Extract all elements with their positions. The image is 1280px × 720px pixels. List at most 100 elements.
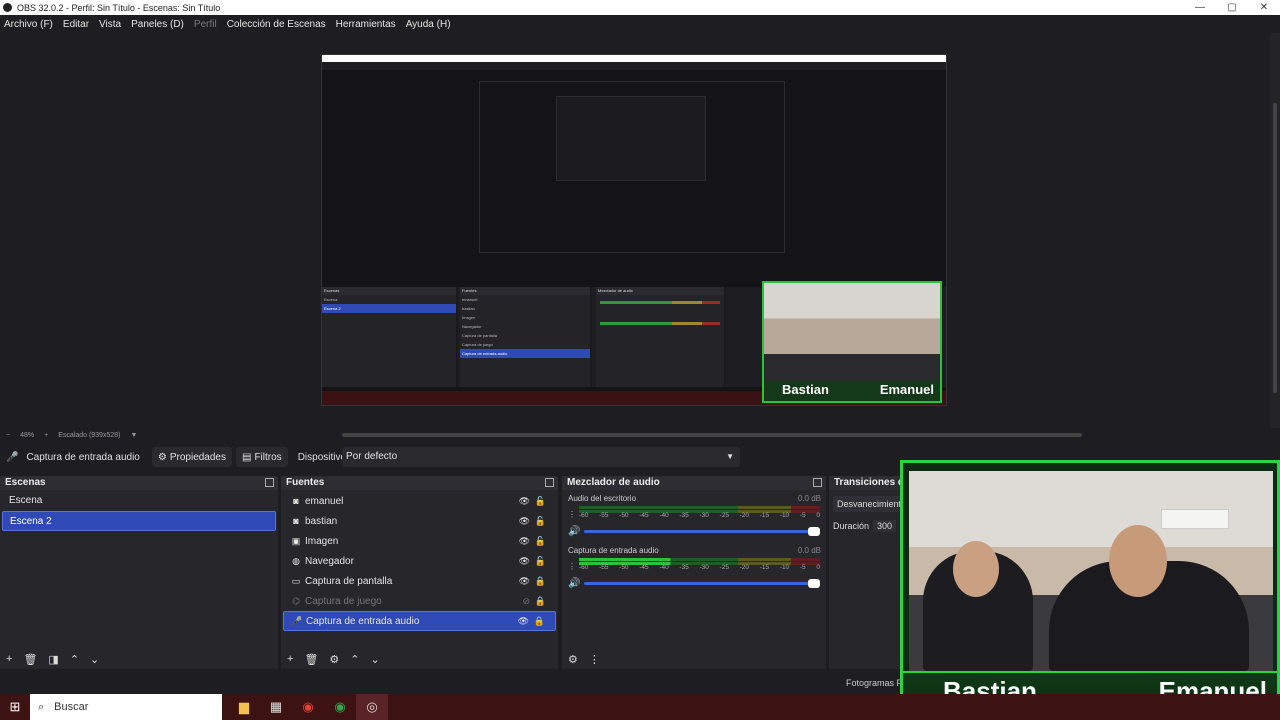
- person-left: [923, 541, 1033, 671]
- maximize-button[interactable]: ▢: [1216, 0, 1248, 15]
- lock-icon[interactable]: 🔒: [534, 616, 545, 627]
- unlock-icon[interactable]: 🔓: [535, 536, 546, 547]
- menu-help[interactable]: Ayuda (H): [406, 19, 451, 30]
- menu-tools[interactable]: Herramientas: [336, 19, 396, 30]
- source-row[interactable]: ◙ emanuel 👁 🔓: [283, 491, 556, 511]
- embedded-menu-bar: [322, 62, 946, 70]
- preview-canvas[interactable]: Escenas Escena Escena 2 Fuentes emanuel …: [321, 54, 947, 406]
- source-label: emanuel: [305, 495, 344, 507]
- menu-scene-collection[interactable]: Colección de Escenas: [227, 19, 326, 30]
- source-row[interactable]: ⌬ Captura de juego ⊘ 🔒: [283, 591, 556, 611]
- eye-icon[interactable]: 👁: [519, 576, 530, 587]
- zoom-in-icon[interactable]: +: [44, 432, 48, 439]
- menu-docks[interactable]: Paneles (D): [131, 19, 184, 30]
- trash-icon[interactable]: 🗑: [304, 653, 318, 666]
- preview-horizontal-scrollbar[interactable]: [342, 433, 1082, 437]
- eye-icon[interactable]: 👁: [519, 536, 530, 547]
- menu-edit[interactable]: Editar: [63, 19, 89, 30]
- volume-slider[interactable]: [584, 527, 820, 536]
- source-row[interactable]: ▭ Captura de pantalla 👁 🔒: [283, 571, 556, 591]
- mixer-settings-icon[interactable]: ⚙: [568, 653, 578, 666]
- scaling-label: Escalado (939x528): [58, 431, 121, 439]
- mixer-channel: Audio del escritorio 0.0 dB ⋮ -60 -55 -50-…: [562, 490, 826, 537]
- embedded-mixer-dock: Mezclador de audio: [596, 287, 726, 387]
- menu-view[interactable]: Vista: [99, 19, 121, 30]
- scaling-dropdown-icon[interactable]: ▼: [130, 432, 137, 439]
- menu-file[interactable]: Archivo (F): [4, 19, 53, 30]
- window-title: OBS 32.0.2 - Perfil: Sin Título - Escena…: [17, 2, 221, 13]
- volume-meter: -60 -55 -50 -45 -40 -35 -30 -25 -20 -15 -10 -5 0: [579, 506, 820, 522]
- channel-name: Captura de entrada audio: [568, 546, 659, 555]
- air-conditioner: [1161, 509, 1229, 529]
- transitions-dock: Transiciones de Desvanecimiento Duración…: [829, 476, 909, 669]
- unlock-icon[interactable]: 🔓: [535, 516, 546, 527]
- preview-vertical-scrollbar[interactable]: [1270, 33, 1280, 428]
- gear-icon[interactable]: ⚙: [329, 653, 339, 666]
- webcam-video: [909, 471, 1273, 671]
- duration-label: Duración: [833, 521, 870, 531]
- gear-icon: ⚙: [157, 451, 167, 463]
- zoom-out-icon[interactable]: −: [6, 432, 10, 439]
- folder-icon[interactable]: ▆: [228, 694, 260, 720]
- trash-icon[interactable]: 🗑: [23, 653, 37, 666]
- move-up-icon[interactable]: ⌃: [70, 653, 79, 666]
- transition-select[interactable]: Desvanecimiento: [833, 496, 905, 512]
- dock-popout-icon[interactable]: [265, 478, 274, 487]
- context-source-label: Captura de entrada audio: [26, 451, 140, 463]
- lock-icon[interactable]: 🔒: [535, 596, 546, 607]
- eye-icon[interactable]: 👁: [518, 616, 529, 627]
- volume-slider[interactable]: [584, 579, 820, 588]
- dock-popout-icon[interactable]: [813, 478, 822, 487]
- eye-hidden-icon[interactable]: ⊘: [522, 596, 530, 607]
- chrome-icon-2[interactable]: ◉: [324, 694, 356, 720]
- unlock-icon[interactable]: 🔓: [535, 496, 546, 507]
- source-row[interactable]: ◙ bastian 👁 🔓: [283, 511, 556, 531]
- scene-item-selected[interactable]: Escena 2: [2, 511, 276, 531]
- channel-db: 0.0 dB: [797, 546, 821, 555]
- globe-icon: ◍: [292, 555, 300, 566]
- move-down-icon[interactable]: ⌄: [90, 653, 99, 666]
- unlock-icon[interactable]: 🔓: [535, 556, 546, 567]
- properties-button[interactable]: ⚙ Propiedades: [151, 447, 232, 467]
- speaker-icon[interactable]: 🔊: [568, 526, 580, 537]
- move-down-icon[interactable]: ⌄: [371, 653, 380, 666]
- filter-icon: ▤: [242, 451, 252, 463]
- scenes-dock: Escenas Escena Escena 2 + 🗑 ◨ ⌃ ⌄: [0, 476, 278, 669]
- more-options-icon[interactable]: ⋮: [589, 653, 600, 666]
- chevron-down-icon: ▼: [726, 452, 734, 461]
- filter-icon[interactable]: ◨: [48, 653, 58, 666]
- more-options-icon[interactable]: ⋮: [568, 562, 576, 571]
- eye-icon[interactable]: 👁: [519, 516, 530, 527]
- scene-item[interactable]: Escena: [2, 491, 276, 511]
- dock-popout-icon[interactable]: [545, 478, 554, 487]
- speaker-icon[interactable]: 🔊: [568, 578, 580, 589]
- eye-icon[interactable]: 👁: [519, 556, 530, 567]
- lock-icon[interactable]: 🔒: [535, 576, 546, 587]
- volume-slider-handle[interactable]: [808, 527, 820, 536]
- eye-icon[interactable]: 👁: [519, 496, 530, 507]
- close-button[interactable]: ✕: [1248, 0, 1280, 15]
- store-icon[interactable]: ▦: [260, 694, 292, 720]
- chrome-icon[interactable]: ◉: [292, 694, 324, 720]
- filters-button[interactable]: ▤ Filtros: [236, 447, 288, 467]
- minimize-button[interactable]: —: [1184, 0, 1216, 15]
- more-options-icon[interactable]: ⋮: [568, 510, 576, 519]
- embedded-webcam: Bastian Emanuel: [762, 281, 942, 403]
- taskbar-search[interactable]: ⌕ Buscar: [30, 694, 222, 720]
- source-label: Captura de pantalla: [305, 575, 393, 587]
- source-row-selected[interactable]: 🎤 Captura de entrada audio 👁 🔒: [283, 611, 556, 631]
- windows-start-icon[interactable]: ⊞: [0, 694, 30, 720]
- monitor-icon: ▭: [291, 575, 301, 586]
- duration-input[interactable]: 300: [873, 520, 897, 532]
- device-select[interactable]: Por defecto ▼: [342, 447, 740, 467]
- add-source-icon[interactable]: +: [287, 653, 293, 665]
- move-up-icon[interactable]: ⌃: [350, 653, 359, 666]
- transitions-title: Transiciones de: [834, 477, 909, 488]
- obs-icon[interactable]: ◎: [356, 694, 388, 720]
- add-scene-icon[interactable]: +: [6, 653, 12, 665]
- mixer-channel: Captura de entrada audio 0.0 dB ⋮ -60 -55…: [562, 542, 826, 589]
- source-row[interactable]: ◍ Navegador 👁 🔓: [283, 551, 556, 571]
- source-row[interactable]: ▣ Imagen 👁 🔓: [283, 531, 556, 551]
- volume-slider-handle[interactable]: [808, 579, 820, 588]
- source-label: bastian: [305, 515, 338, 527]
